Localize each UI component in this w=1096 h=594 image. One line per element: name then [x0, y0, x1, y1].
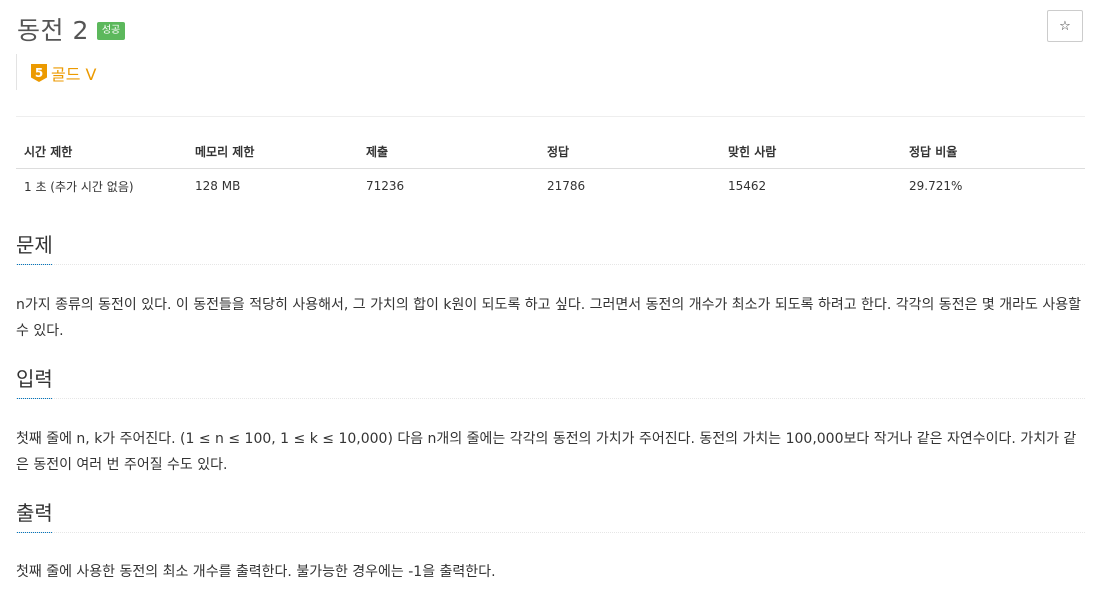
problem-heading: 문제: [16, 232, 53, 265]
output-description: 첫째 줄에 사용한 동전의 최소 개수를 출력한다. 불가능한 경우에는 -1을…: [16, 564, 496, 580]
problem-description: n가지 종류의 동전이 있다. 이 동전들을 적당히 사용해서, 그 가치의 합…: [16, 297, 1081, 339]
time-limit-value: 1 초 (추가 시간 없음): [24, 179, 134, 194]
header-memory-limit: 메모리 제한: [187, 135, 358, 169]
header-time-limit: 시간 제한: [16, 135, 187, 169]
problem-info-table: 시간 제한 메모리 제한 제출 정답 맞힌 사람 정답 비율 1 초 (추가 시…: [16, 135, 1085, 203]
output-heading: 출력: [16, 500, 53, 533]
problem-section-header: 문제: [16, 232, 1085, 265]
accepted-value: 21786: [547, 179, 586, 193]
submissions-value: 71236: [366, 179, 405, 193]
star-icon: ☆: [1059, 18, 1071, 34]
memory-limit-value: 128 MB: [195, 179, 241, 193]
header-accept-ratio: 정답 비율: [901, 135, 1085, 169]
page-title: 동전 2: [17, 16, 89, 45]
input-description: 첫째 줄에 n, k가 주어진다. (1 ≤ n ≤ 100, 1 ≤ k ≤ …: [16, 431, 1077, 473]
favorite-button[interactable]: ☆: [1047, 10, 1083, 42]
header-solved-users: 맞힌 사람: [720, 135, 901, 169]
input-heading: 입력: [16, 366, 53, 399]
section-divider: [16, 532, 1085, 533]
problem-header: 동전 2 성공: [17, 12, 126, 46]
tier-label: 골드 V: [51, 65, 97, 84]
section-divider: [16, 264, 1085, 265]
table-row: 1 초 (추가 시간 없음) 128 MB 71236 21786 15462 …: [16, 169, 1085, 204]
input-section-header: 입력: [16, 366, 1085, 399]
tier-link[interactable]: 5 골드 V: [31, 61, 96, 85]
tier-shield-icon: 5: [31, 64, 47, 82]
table-header-row: 시간 제한 메모리 제한 제출 정답 맞힌 사람 정답 비율: [16, 135, 1085, 169]
output-section-header: 출력: [16, 500, 1085, 533]
problem-tier: 5 골드 V: [16, 54, 96, 90]
solved-users-value: 15462: [728, 179, 767, 193]
accept-ratio-value: 29.721%: [909, 179, 963, 193]
header-accepted: 정답: [539, 135, 720, 169]
header-divider: [16, 116, 1085, 117]
status-badge: 성공: [96, 22, 126, 40]
header-submissions: 제출: [358, 135, 539, 169]
section-divider: [16, 398, 1085, 399]
